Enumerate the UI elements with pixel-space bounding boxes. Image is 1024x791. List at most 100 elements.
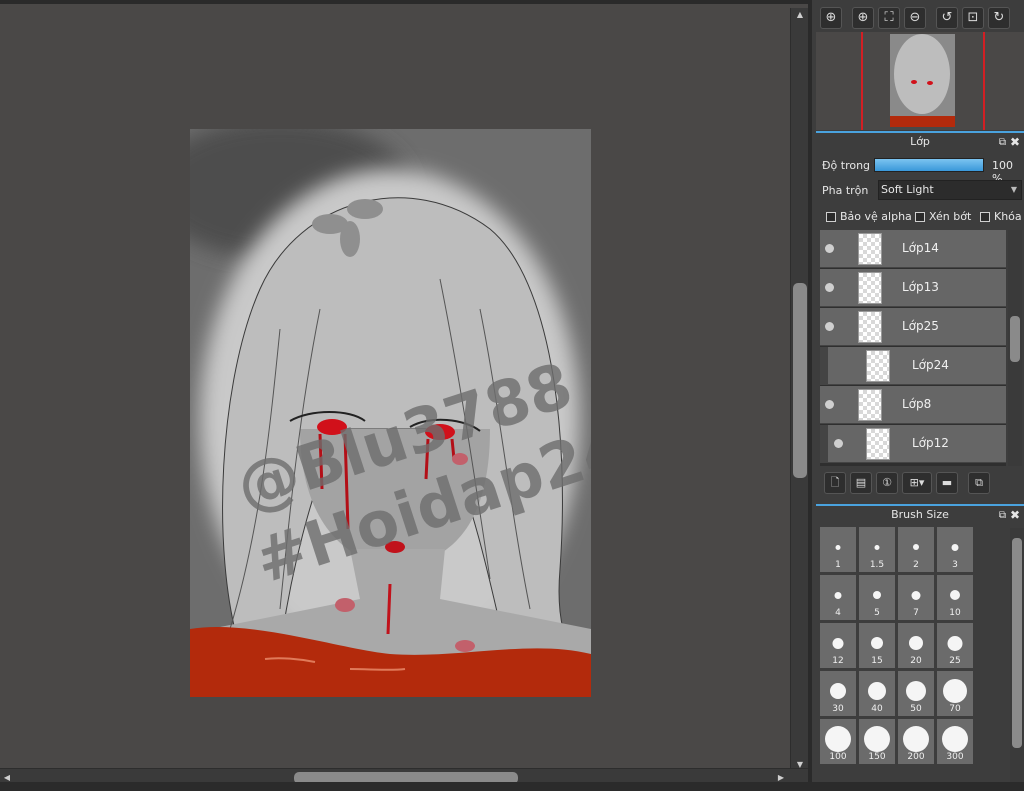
layer-row[interactable]: Lớp12 (820, 425, 1006, 463)
brush-size-label: 300 (946, 752, 964, 762)
new-layer-icon[interactable]: 🗋 (824, 472, 846, 494)
brush-size-cell[interactable]: 40 (858, 670, 896, 717)
brush-size-cell[interactable]: 4 (819, 574, 857, 621)
new-1bit-layer-icon[interactable]: ① (876, 472, 898, 494)
brush-size-cell[interactable]: 2 (897, 526, 935, 573)
canvas-vscroll-thumb[interactable] (793, 283, 807, 478)
close-icon[interactable]: ✖ (1010, 506, 1020, 524)
brush-dot-icon (906, 681, 926, 701)
brush-size-label: 5 (874, 608, 880, 618)
duplicate-layer-icon[interactable]: ⧉ (968, 472, 990, 494)
layer-list[interactable]: Lớp14 Lớp13 Lớp25 Lớp24 Lớp8 Lớp12 (820, 230, 1006, 466)
brush-size-panel: 1 1.5 2 3 4 5 7 10 12 15 20 25 30 40 50 70 100 150 200 300 (816, 526, 1024, 782)
protect-alpha-checkbox[interactable]: Bảo vệ alpha (826, 210, 912, 223)
layer-name: Lớp25 (902, 319, 939, 333)
add-layer-menu-icon[interactable]: ⊞▾ (902, 472, 932, 494)
brush-size-label: 2 (913, 560, 919, 570)
brush-size-cell[interactable]: 5 (858, 574, 896, 621)
layer-row[interactable]: Lớp25 (820, 308, 1006, 346)
canvas-vertical-scrollbar[interactable]: ▲ ▼ (790, 8, 808, 772)
brush-size-label: 30 (832, 704, 844, 714)
chevron-down-icon: ▼ (1010, 185, 1017, 194)
brush-size-cell[interactable]: 12 (819, 622, 857, 669)
rotate-left-icon[interactable]: ↺ (936, 7, 958, 29)
layer-scroll-thumb[interactable] (1010, 316, 1020, 362)
brush-size-cell[interactable]: 1 (819, 526, 857, 573)
brush-size-cell[interactable]: 200 (897, 718, 935, 765)
brush-dot-icon (871, 637, 883, 649)
reset-view-icon[interactable]: ⊡ (962, 7, 984, 29)
layer-row[interactable]: Lớp14 (820, 230, 1006, 268)
brush-size-label: 12 (832, 656, 844, 666)
brush-size-label: 10 (949, 608, 961, 618)
visibility-icon[interactable] (825, 400, 834, 409)
brush-size-cell[interactable]: 15 (858, 622, 896, 669)
brush-dot-icon (950, 590, 960, 600)
brush-dot-icon (834, 591, 842, 599)
brush-size-cell[interactable]: 1.5 (858, 526, 896, 573)
status-bar (0, 782, 1024, 791)
brush-size-label: 150 (868, 752, 886, 762)
brush-scroll-thumb[interactable] (1012, 538, 1022, 748)
artwork-canvas[interactable]: @Blu3788 #Hoidap247 (190, 129, 591, 697)
brush-size-cell[interactable]: 20 (897, 622, 935, 669)
brush-size-cell[interactable]: 3 (936, 526, 974, 573)
brush-size-label: 100 (829, 752, 847, 762)
popout-icon[interactable]: ⧉ (999, 507, 1006, 525)
checkbox-box[interactable] (915, 211, 925, 222)
brush-size-cell[interactable]: 30 (819, 670, 857, 717)
new-halftone-layer-icon[interactable]: ▤ (850, 472, 872, 494)
clipping-checkbox[interactable]: Xén bớt (915, 210, 971, 223)
layer-row[interactable]: Lớp8 (820, 386, 1006, 424)
brush-size-cell[interactable]: 10 (936, 574, 974, 621)
brush-size-label: 7 (913, 608, 919, 618)
brush-size-label: 15 (871, 656, 883, 666)
lock-checkbox[interactable]: Khóa (980, 210, 1022, 223)
brush-size-title: Brush Size (891, 508, 949, 521)
brush-size-cell[interactable]: 7 (897, 574, 935, 621)
visibility-icon[interactable] (825, 283, 834, 292)
brush-size-label: 25 (949, 656, 961, 666)
visibility-icon[interactable] (834, 439, 843, 448)
visibility-icon[interactable] (825, 244, 834, 253)
brush-size-cell[interactable]: 300 (936, 718, 974, 765)
right-panels: ⊕ ⊕ ⛶ ⊖ ↺ ⊡ ↻ Lớp ⧉ ✖ Độ trong 100 % Pha… (808, 0, 1024, 782)
brush-size-scrollbar[interactable] (1010, 528, 1024, 782)
brush-dot-icon (868, 682, 886, 700)
brush-dot-icon (913, 544, 919, 550)
layer-thumbnail (858, 272, 882, 304)
rotate-right-icon[interactable]: ↻ (988, 7, 1010, 29)
blend-mode-select[interactable]: Soft Light ▼ (878, 180, 1022, 200)
brush-dot-icon (942, 726, 968, 752)
popout-icon[interactable]: ⧉ (999, 134, 1006, 152)
brush-size-cell[interactable]: 100 (819, 718, 857, 765)
layer-row[interactable]: Lớp24 (820, 347, 1006, 385)
layer-row[interactable]: Lớp13 (820, 269, 1006, 307)
zoom-out-icon[interactable]: ⊖ (904, 7, 926, 29)
layer-name: Lớp14 (902, 241, 939, 255)
layer-thumbnail (858, 233, 882, 265)
layer-thumbnail (858, 389, 882, 421)
scroll-up-icon[interactable]: ▲ (794, 10, 806, 20)
zoom-icon[interactable]: ⊕ (820, 7, 842, 29)
brush-size-cell[interactable]: 50 (897, 670, 935, 717)
brush-size-cell[interactable]: 70 (936, 670, 974, 717)
checkbox-box[interactable] (826, 211, 836, 222)
brush-size-cell[interactable]: 25 (936, 622, 974, 669)
brush-size-cell[interactable]: 150 (858, 718, 896, 765)
layer-panel-header: Lớp ⧉ ✖ (816, 131, 1024, 151)
brush-dot-icon (903, 726, 929, 752)
layer-thumbnail (858, 311, 882, 343)
layer-list-scrollbar[interactable] (1008, 230, 1022, 466)
new-folder-icon[interactable]: ▬ (936, 472, 958, 494)
close-icon[interactable]: ✖ (1010, 133, 1020, 151)
fit-window-icon[interactable]: ⛶ (878, 7, 900, 29)
opacity-slider[interactable] (874, 158, 984, 172)
visibility-icon[interactable] (825, 322, 834, 331)
checkbox-box[interactable] (980, 211, 990, 222)
zoom-in-icon[interactable]: ⊕ (852, 7, 874, 29)
navigator-preview[interactable] (816, 32, 1024, 130)
opacity-slider-fill (875, 159, 983, 171)
canvas-area[interactable]: @Blu3788 #Hoidap247 ▲ ▼ ◀ ▶ (0, 0, 808, 786)
brush-dot-icon (864, 726, 890, 752)
